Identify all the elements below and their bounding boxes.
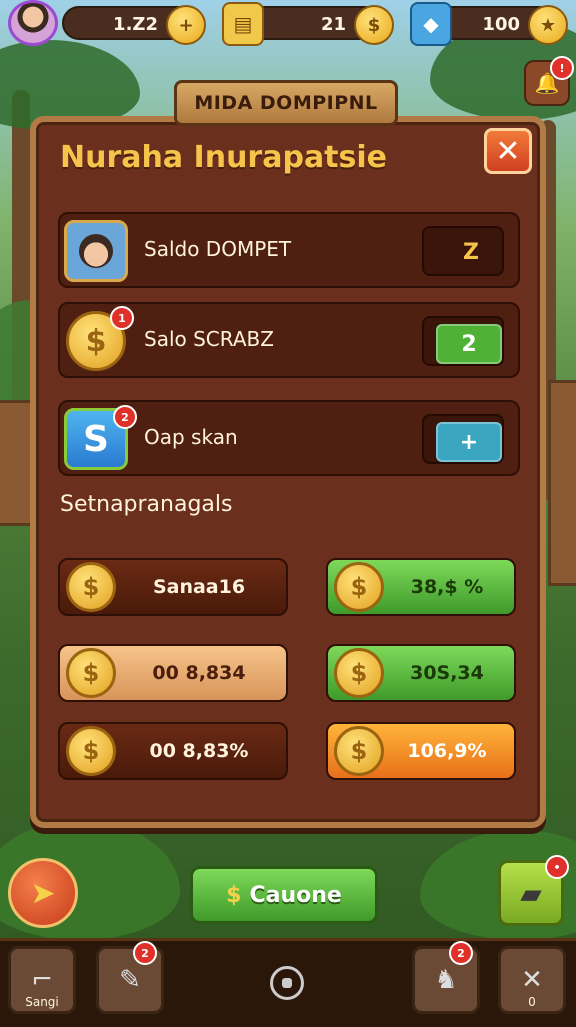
amount-button-label: 106,9% bbox=[407, 740, 487, 762]
player-avatar[interactable] bbox=[8, 0, 58, 46]
eraser-button[interactable]: ▰ • bbox=[498, 855, 569, 926]
top-resource-bar: 1.Z2 + ▤ 21 $ ◆ 100 ★ bbox=[0, 0, 576, 48]
resource-counter-1: 1.Z2 + bbox=[62, 5, 206, 45]
section-title: Setnapranagals bbox=[60, 492, 233, 517]
nav-button-label: Sangi bbox=[25, 995, 59, 1009]
notification-button[interactable]: 🔔 ! bbox=[524, 56, 574, 106]
wallet-row-1-value: Z bbox=[440, 234, 502, 270]
amount-button[interactable]: $00 8,834 bbox=[58, 644, 288, 702]
close-button[interactable]: ✕ bbox=[484, 128, 532, 174]
paint-tube-icon: ✎ bbox=[119, 965, 141, 995]
s-app-icon: S 2 bbox=[64, 405, 137, 470]
star-icon[interactable]: ★ bbox=[528, 5, 568, 45]
nav-button-badge: 2 bbox=[133, 941, 157, 965]
plus-icon[interactable]: + bbox=[166, 5, 206, 45]
confirm-button[interactable]: $ Cauone bbox=[190, 866, 378, 924]
dollar-icon: $ bbox=[226, 882, 242, 908]
resource-2-value: 21 bbox=[320, 14, 346, 35]
ticket-icon: ▤ bbox=[222, 2, 264, 46]
close-icon: ✕ bbox=[495, 133, 521, 169]
character-portrait-icon bbox=[64, 220, 128, 282]
gold-coin-icon: $ bbox=[66, 562, 116, 612]
amount-button-label: 30S,34 bbox=[410, 662, 484, 684]
panel-title: Nuraha Inurapatsie bbox=[60, 140, 388, 175]
nav-button[interactable]: ✕ 0 bbox=[498, 946, 566, 1014]
wallet-row-1-value-box: Z bbox=[422, 226, 504, 276]
nav-button-label: 0 bbox=[528, 995, 536, 1009]
wallet-row-2-label: Salo SCRABZ bbox=[144, 327, 274, 351]
resource-1-value: 1.Z2 bbox=[113, 14, 158, 35]
wallet-row-1-label: Saldo DOMPET bbox=[144, 237, 292, 261]
amount-button-label: 00 8,834 bbox=[152, 662, 246, 684]
paper-plane-icon: ➤ bbox=[30, 875, 56, 911]
boot-icon: ⌐ bbox=[31, 965, 53, 995]
gold-coin-icon: $ bbox=[334, 726, 384, 776]
wallet-row-2-value-box: 2 bbox=[422, 316, 504, 366]
amount-button[interactable]: $ Sanaa16 bbox=[58, 558, 288, 616]
wallet-row-2[interactable]: $ 1 Salo SCRABZ 2 bbox=[58, 302, 520, 378]
eraser-icon: ▰ bbox=[520, 876, 542, 910]
amount-button[interactable]: $00 8,83% bbox=[58, 722, 288, 780]
amount-button-label: 00 8,83% bbox=[149, 740, 249, 762]
panel-ribbon: MIDA DOMPIPNL bbox=[174, 80, 398, 126]
resource-counter-3: ◆ 100 ★ bbox=[410, 2, 568, 46]
gold-coin-icon: $ bbox=[334, 562, 384, 612]
wallet-row-3-value-box: + bbox=[422, 414, 504, 464]
amount-button[interactable]: $30S,34 bbox=[326, 644, 516, 702]
home-indicator[interactable] bbox=[270, 966, 304, 1000]
notification-badge: ! bbox=[550, 56, 574, 80]
eraser-badge: • bbox=[545, 855, 569, 879]
nav-button-badge: 2 bbox=[449, 941, 473, 965]
wallet-row-3-add-button[interactable]: + bbox=[436, 422, 502, 462]
resource-3-value: 100 bbox=[482, 14, 520, 35]
gold-coin-icon: $ bbox=[66, 726, 116, 776]
wallet-row-3-label: Oap skan bbox=[144, 425, 238, 449]
wallet-row-2-value[interactable]: 2 bbox=[436, 324, 502, 364]
dollar-coin-icon[interactable]: $ bbox=[354, 5, 394, 45]
amount-button-label: 38,$ % bbox=[410, 576, 484, 598]
gold-coin-icon: $ bbox=[66, 648, 116, 698]
gold-coin-icon: $ bbox=[334, 648, 384, 698]
amount-button-label: Sanaa16 bbox=[152, 576, 246, 598]
confirm-button-label: Cauone bbox=[249, 882, 342, 908]
nav-button[interactable]: ♞ 2 bbox=[412, 941, 480, 1014]
nav-button[interactable]: ✎ 2 bbox=[96, 941, 164, 1014]
amount-button[interactable]: $38,$ % bbox=[326, 558, 516, 616]
gold-coin-icon: $ 1 bbox=[64, 306, 134, 372]
wallet-row-1[interactable]: Saldo DOMPET Z bbox=[58, 212, 520, 288]
nav-button[interactable]: ⌐ Sangi bbox=[8, 946, 76, 1014]
send-button[interactable]: ➤ bbox=[8, 858, 78, 928]
gem-icon: ◆ bbox=[410, 2, 452, 46]
tools-icon: ✕ bbox=[521, 965, 543, 995]
wallet-row-2-badge: 1 bbox=[110, 306, 134, 330]
wallet-row-3-badge: 2 bbox=[113, 405, 137, 429]
wallet-row-3[interactable]: S 2 Oap skan + bbox=[58, 400, 520, 476]
resource-counter-2: ▤ 21 $ bbox=[222, 2, 394, 46]
amount-button[interactable]: $106,9% bbox=[326, 722, 516, 780]
pet-icon: ♞ bbox=[434, 965, 458, 995]
